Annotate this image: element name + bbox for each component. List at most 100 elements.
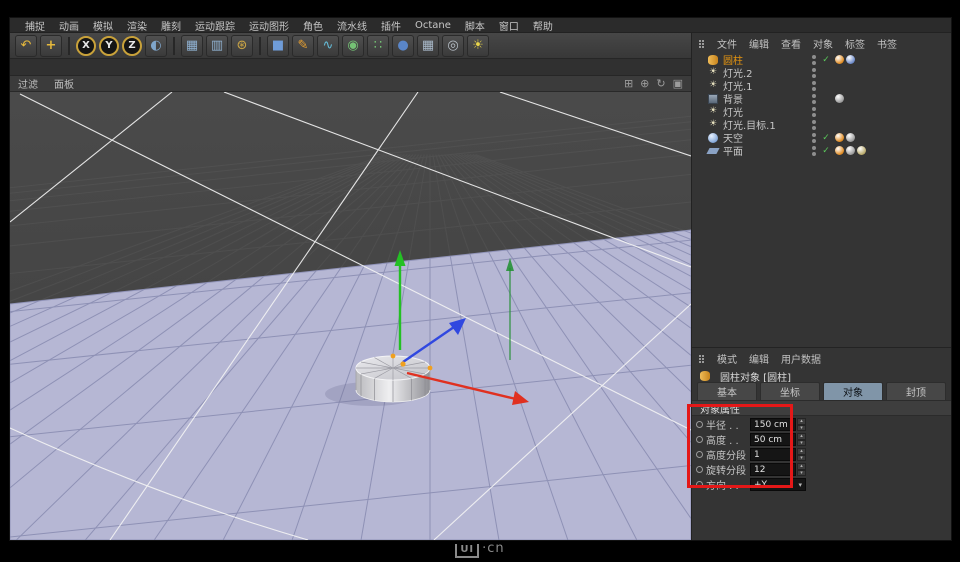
texture-tag[interactable] bbox=[835, 94, 844, 103]
render-view-button[interactable]: ▦ bbox=[181, 34, 203, 57]
texture-tag[interactable] bbox=[846, 146, 855, 155]
menubar-item[interactable]: 脚本 bbox=[458, 18, 492, 33]
sphere-deformer-button[interactable]: ● bbox=[392, 34, 414, 57]
octane-tag[interactable] bbox=[835, 55, 844, 64]
object-manager-menu-item[interactable]: 文件 bbox=[711, 36, 743, 51]
maximize-view-icon[interactable]: ▣ bbox=[673, 78, 683, 89]
undo-icon[interactable]: ↶ bbox=[15, 34, 37, 57]
stepper-down-icon[interactable]: ▾ bbox=[797, 424, 806, 431]
visibility-toggles[interactable] bbox=[809, 93, 819, 104]
menubar-item[interactable]: 动画 bbox=[52, 18, 86, 33]
orientation-dropdown[interactable]: +Y ▾ bbox=[750, 478, 806, 491]
object-manager-menu-item[interactable]: 对象 bbox=[807, 36, 839, 51]
height-segments-input[interactable]: 1 bbox=[750, 448, 796, 461]
axis-z-button[interactable]: Z bbox=[122, 35, 142, 56]
menubar-item[interactable]: 插件 bbox=[374, 18, 408, 33]
viewport-menu-item[interactable]: 面板 bbox=[54, 76, 74, 91]
menubar-item[interactable]: 运动图形 bbox=[242, 18, 296, 33]
keyframe-circle-icon[interactable] bbox=[696, 481, 703, 488]
menubar-item[interactable]: 渲染 bbox=[120, 18, 154, 33]
menubar-item[interactable]: 模拟 bbox=[86, 18, 120, 33]
enable-check-icon[interactable]: ✓ bbox=[819, 55, 833, 65]
panel-grid-icon[interactable] bbox=[699, 355, 701, 357]
keyframe-circle-icon[interactable] bbox=[696, 421, 703, 428]
selection-tool-icon[interactable]: + bbox=[40, 34, 62, 57]
visibility-toggles[interactable] bbox=[809, 67, 819, 78]
rotation-segments-input[interactable]: 12 bbox=[750, 463, 796, 476]
light-button[interactable]: ☀ bbox=[467, 34, 489, 57]
keyframe-circle-icon[interactable] bbox=[696, 466, 703, 473]
spline-tool-button[interactable]: ∿ bbox=[317, 34, 339, 57]
cylinder-object[interactable] bbox=[355, 355, 431, 403]
menubar-item[interactable]: 流水线 bbox=[330, 18, 374, 33]
axis-x-button[interactable]: X bbox=[76, 35, 96, 56]
object-manager-menu-item[interactable]: 查看 bbox=[775, 36, 807, 51]
menubar-item[interactable]: 雕刻 bbox=[154, 18, 188, 33]
visibility-toggles[interactable] bbox=[809, 145, 819, 156]
phong-tag[interactable] bbox=[846, 55, 855, 64]
menubar-item[interactable]: 角色 bbox=[296, 18, 330, 33]
enable-check-icon[interactable]: ✓ bbox=[819, 133, 833, 143]
tab-2[interactable]: 对象 bbox=[823, 382, 883, 400]
menubar-item[interactable]: Octane bbox=[408, 20, 458, 31]
render-region-button[interactable]: ▥ bbox=[206, 34, 228, 57]
attribute-menu-item[interactable]: 用户数据 bbox=[775, 351, 827, 366]
keyframe-circle-icon[interactable] bbox=[696, 436, 703, 443]
tab-0[interactable]: 基本 bbox=[697, 382, 757, 400]
radius-label: 半径 . . bbox=[706, 421, 739, 432]
camera-button[interactable]: ◎ bbox=[442, 34, 464, 57]
texture-tag[interactable] bbox=[846, 133, 855, 142]
tab-1[interactable]: 坐标 bbox=[760, 382, 820, 400]
radius-input[interactable]: 150 cm bbox=[750, 418, 796, 431]
visibility-toggles[interactable] bbox=[809, 119, 819, 130]
rotation-segments-stepper[interactable]: ▴ ▾ bbox=[797, 463, 806, 476]
subdivision-surface-button[interactable]: ◉ bbox=[342, 34, 364, 57]
menubar-item[interactable]: 帮助 bbox=[526, 18, 560, 33]
rotate-view-icon[interactable]: ↻ bbox=[656, 78, 665, 89]
menubar-item[interactable]: 捕捉 bbox=[18, 18, 52, 33]
viewport-canvas[interactable] bbox=[0, 91, 960, 562]
height-segments-value: 1 bbox=[754, 449, 760, 460]
visibility-toggles[interactable] bbox=[809, 132, 819, 143]
floor-environment-button[interactable]: ▦ bbox=[417, 34, 439, 57]
stepper-down-icon[interactable]: ▾ bbox=[797, 454, 806, 461]
stepper-down-icon[interactable]: ▾ bbox=[797, 469, 806, 476]
object-row[interactable]: 平面 ✓ bbox=[692, 144, 951, 158]
coordinate-system-button[interactable]: ◐ bbox=[145, 34, 167, 57]
radius-stepper[interactable]: ▴ ▾ bbox=[797, 418, 806, 431]
render-settings-button[interactable]: ⊛ bbox=[231, 34, 253, 57]
height-input[interactable]: 50 cm bbox=[750, 433, 796, 446]
height-segments-stepper[interactable]: ▴ ▾ bbox=[797, 448, 806, 461]
array-generator-button[interactable]: ∷ bbox=[367, 34, 389, 57]
visibility-toggles[interactable] bbox=[809, 80, 819, 91]
viewport-menu-item[interactable]: 过滤 bbox=[18, 76, 38, 91]
zoom-view-icon[interactable]: ⊕ bbox=[640, 78, 649, 89]
stepper-down-icon[interactable]: ▾ bbox=[797, 439, 806, 446]
octane-tag[interactable] bbox=[835, 133, 844, 142]
radius-handle[interactable] bbox=[427, 365, 433, 371]
menubar-item[interactable]: 窗口 bbox=[492, 18, 526, 33]
visibility-toggles[interactable] bbox=[809, 106, 819, 117]
enable-check-icon[interactable]: ✓ bbox=[819, 146, 833, 156]
attribute-menu-item[interactable]: 编辑 bbox=[743, 351, 775, 366]
panel-grid-icon[interactable] bbox=[699, 40, 701, 42]
object-manager-menu-item[interactable]: 编辑 bbox=[743, 36, 775, 51]
visibility-toggles[interactable] bbox=[809, 54, 819, 65]
height-stepper[interactable]: ▴ ▾ bbox=[797, 433, 806, 446]
render-visibility-dot bbox=[812, 138, 816, 143]
height-handle[interactable] bbox=[390, 353, 396, 359]
texture-tag-2[interactable] bbox=[857, 146, 866, 155]
render-visibility-dot bbox=[812, 151, 816, 156]
tab-3[interactable]: 封顶 bbox=[886, 382, 946, 400]
cube-primitive-button[interactable]: ■ bbox=[267, 34, 289, 57]
pen-tool-button[interactable]: ✎ bbox=[292, 34, 314, 57]
pan-view-icon[interactable]: ⊞ bbox=[624, 78, 633, 89]
object-manager-menu-item[interactable]: 书签 bbox=[871, 36, 903, 51]
axis-y-button[interactable]: Y bbox=[99, 35, 119, 56]
gizmo-center-handle[interactable] bbox=[400, 361, 406, 367]
menubar-item[interactable]: 运动跟踪 bbox=[188, 18, 242, 33]
attribute-menu-item[interactable]: 模式 bbox=[711, 351, 743, 366]
keyframe-circle-icon[interactable] bbox=[696, 451, 703, 458]
object-manager-menu-item[interactable]: 标签 bbox=[839, 36, 871, 51]
octane-tag[interactable] bbox=[835, 146, 844, 155]
